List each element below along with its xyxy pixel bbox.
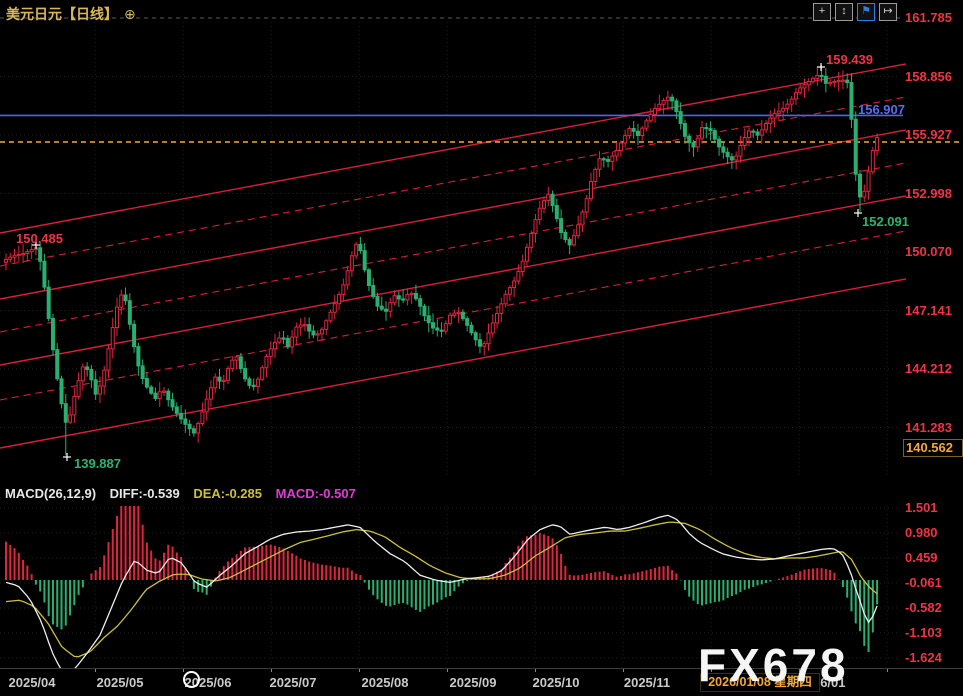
date-axis-label: 2025/07 (258, 675, 328, 690)
annotation-swing-low-139: 139.887 (74, 456, 121, 471)
price-axis-label: 144.212 (905, 361, 961, 376)
price-axis-label: 158.856 (905, 69, 961, 84)
macd-axis-label: -1.624 (905, 650, 961, 665)
date-axis-tick (887, 669, 888, 672)
date-axis-tick (623, 669, 624, 672)
price-axis-label: 161.785 (905, 10, 961, 25)
macd-formula-label: MACD(26,12,9) (5, 486, 96, 501)
macd-diff-value: DIFF:-0.539 (110, 486, 180, 501)
macd-axis-label: 1.501 (905, 500, 961, 515)
price-axis-label: 152.998 (905, 186, 961, 201)
exit-right-icon[interactable]: ↦ (879, 3, 897, 21)
macd-axis-label: -0.061 (905, 575, 961, 590)
macd-axis-label: -0.582 (905, 600, 961, 615)
date-axis-label: 2025/09 (438, 675, 508, 690)
symbol-title: 美元日元 (6, 6, 62, 22)
macd-axis-label: -1.103 (905, 625, 961, 640)
date-axis-label: 2025/10 (521, 675, 591, 690)
date-axis-label: 2025/04 (0, 675, 67, 690)
chart-toolbar: +↕⚑↦ (813, 3, 897, 21)
macd-axis-label: 0.980 (905, 525, 961, 540)
date-axis-tick (271, 669, 272, 672)
price-axis-label: 141.283 (905, 420, 961, 435)
price-axis-label: 147.141 (905, 303, 961, 318)
date-axis-tick (359, 669, 360, 672)
macd-axis-label: 0.459 (905, 550, 961, 565)
annotation-level-label-156: 156.907 (858, 102, 905, 117)
axis-scale-icon[interactable]: ↕ (835, 3, 853, 21)
price-axis-label: 150.070 (905, 244, 961, 259)
annotation-swing-high-159: 159.439 (826, 52, 873, 67)
date-axis-tick (183, 669, 184, 672)
chart-title-bar: 美元日元【日线】 ⊕ (6, 4, 136, 24)
date-axis-label: 2025/05 (85, 675, 155, 690)
macd-header: MACD(26,12,9) DIFF:-0.539 DEA:-0.285 MAC… (5, 486, 366, 501)
annotation-swing-low-152: 152.091 (862, 214, 909, 229)
date-axis-tick (535, 669, 536, 672)
macd-dea-value: DEA:-0.285 (193, 486, 262, 501)
date-axis-tick (95, 669, 96, 672)
period-tag: 【日线】 (62, 6, 118, 22)
trading-chart-window: 美元日元【日线】 ⊕ +↕⚑↦ 161.785 158.856 155.927 152.… (0, 0, 963, 696)
mouse-cursor-ring (183, 671, 200, 688)
annotation-swing-high-150: 150.485 (16, 231, 63, 246)
date-axis-label: 2025/08 (350, 675, 420, 690)
date-axis-tick (447, 669, 448, 672)
chart-canvas[interactable] (0, 0, 963, 668)
date-axis-label: 2025/11 (612, 675, 682, 690)
crosshair-price-label: 140.562 (903, 439, 963, 457)
price-axis-label: 155.927 (905, 127, 961, 142)
add-indicator-icon[interactable]: ⊕ (124, 6, 136, 23)
flag-marker-icon[interactable]: ⚑ (857, 3, 875, 21)
macd-macd-value: MACD:-0.507 (276, 486, 356, 501)
watermark-logo: FX678 (698, 638, 849, 692)
pan-chart-icon[interactable]: + (813, 3, 831, 21)
